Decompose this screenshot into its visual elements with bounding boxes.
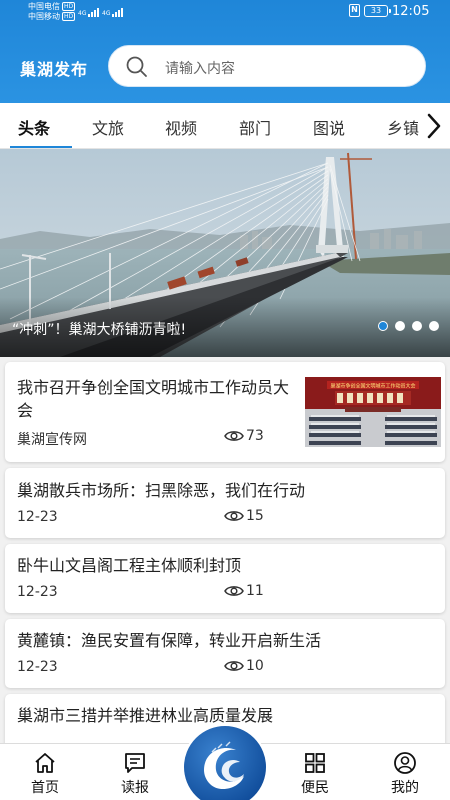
carousel-dot[interactable] [378, 321, 388, 331]
eye-icon [224, 661, 244, 671]
app-title: 巢湖发布 [20, 60, 89, 79]
app-header: 中国电信 HD 中国移动 HD 4G 4G N 33 12:05 巢湖发布 请输入内… [0, 0, 450, 103]
view-count: 11 [224, 583, 264, 599]
news-title: 我市召开争创全国文明城市工作动员大会 [17, 378, 290, 420]
tab-culture-tourism[interactable]: 文旅 [92, 115, 124, 139]
view-count: 15 [224, 508, 264, 524]
nav-profile[interactable]: 我的 [375, 744, 435, 800]
center-home-button[interactable] [182, 724, 268, 800]
grid-icon [305, 753, 325, 773]
nav-services-label: 便民 [301, 780, 329, 796]
nav-profile-label: 我的 [391, 780, 419, 796]
chevron-right-icon [427, 113, 441, 139]
nav-home-label: 首页 [31, 780, 59, 796]
nav-home[interactable]: 首页 [15, 744, 75, 800]
news-card[interactable]: 我市召开争创全国文明城市工作动员大会 巢湖宣传网 73 巢湖市争创全国文明城市工… [5, 362, 445, 462]
search-icon [126, 56, 147, 77]
nav-newspaper[interactable]: 读报 [105, 744, 165, 800]
headline-banner[interactable]: “冲刺”！巢湖大桥铺沥青啦! [0, 149, 450, 357]
tab-photo-stories[interactable]: 图说 [313, 115, 345, 139]
tabs-more-button[interactable] [420, 103, 450, 148]
news-date: 12-23 [17, 584, 58, 600]
carousel-dot[interactable] [429, 321, 439, 331]
nav-newspaper-label: 读报 [121, 780, 149, 796]
eye-icon [224, 586, 244, 596]
view-count: 10 [224, 658, 264, 674]
tab-departments[interactable]: 部门 [239, 115, 271, 139]
news-thumbnail: 巢湖市争创全国文明城市工作动员大会 [305, 377, 441, 447]
news-date: 12-23 [17, 659, 58, 675]
news-date: 12-23 [17, 509, 58, 525]
home-icon [35, 753, 55, 773]
signal-1-icon: 4G [78, 5, 100, 17]
tab-video[interactable]: 视频 [165, 115, 197, 139]
carousel-dot[interactable] [412, 321, 422, 331]
signal-2-icon: 4G [102, 5, 124, 17]
news-title: 卧牛山文昌阁工程主体顺利封顶 [17, 556, 242, 575]
app-logo-icon [182, 724, 268, 800]
news-source: 巢湖宣传网 [17, 432, 87, 448]
tab-towns[interactable]: 乡镇 [387, 115, 419, 139]
banner-caption: “冲刺”！巢湖大桥铺沥青啦! [12, 322, 187, 338]
eye-icon [224, 431, 244, 441]
news-card[interactable]: 黄麓镇：渔民安置有保障，转业开启新生活 12-23 10 [5, 619, 445, 688]
news-title: 黄麓镇：渔民安置有保障，转业开启新生活 [17, 631, 322, 650]
status-bar: 中国电信 HD 中国移动 HD 4G 4G N 33 12:05 [0, 0, 450, 24]
news-title: 巢湖散兵市场所：扫黑除恶，我们在行动 [17, 481, 306, 500]
view-count: 73 [224, 428, 264, 444]
nfc-icon: N [349, 4, 360, 17]
carrier-2: 中国移动 HD [28, 12, 76, 21]
news-card[interactable]: 巢湖散兵市场所：扫黑除恶，我们在行动 12-23 15 [5, 468, 445, 538]
user-icon [394, 752, 416, 774]
nav-services[interactable]: 便民 [285, 744, 345, 800]
eye-icon [224, 511, 244, 521]
carousel-indicator [378, 321, 439, 331]
carrier-1: 中国电信 HD [28, 2, 76, 11]
newspaper-icon [125, 753, 145, 773]
thumbnail-banner-text: 巢湖市争创全国文明城市工作动员大会 [330, 383, 415, 390]
tab-headlines[interactable]: 头条 [18, 115, 50, 139]
news-card[interactable]: 卧牛山文昌阁工程主体顺利封顶 12-23 11 [5, 544, 445, 613]
clock: 12:05 [392, 4, 430, 19]
search-bar[interactable]: 请输入内容 [108, 45, 426, 87]
category-tabs: 头条 文旅 视频 部门 图说 乡镇 [0, 103, 450, 149]
battery-icon: 33 [364, 5, 391, 17]
search-input[interactable]: 请输入内容 [165, 58, 235, 78]
carousel-dot[interactable] [395, 321, 405, 331]
